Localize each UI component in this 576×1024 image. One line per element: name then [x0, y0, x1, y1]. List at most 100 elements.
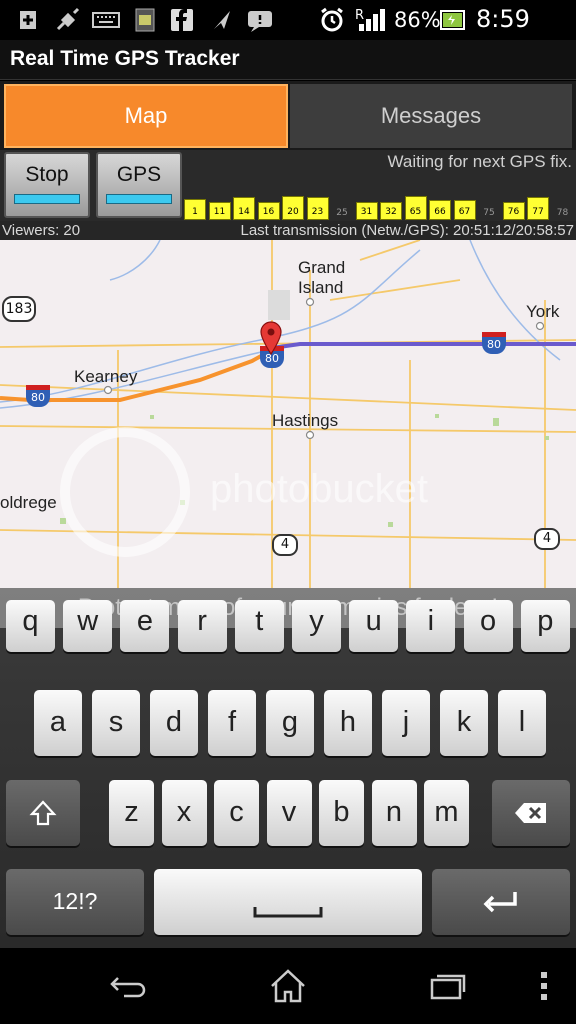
key-h[interactable]: h	[324, 690, 372, 756]
key-u[interactable]: u	[349, 600, 399, 652]
key-label: j	[402, 706, 410, 738]
key-label: o	[480, 605, 497, 637]
key-label: r	[197, 605, 207, 637]
signal-bar: 77	[527, 197, 549, 220]
key-f[interactable]: f	[208, 690, 256, 756]
shield-number: 80	[31, 391, 45, 404]
key-label: u	[365, 605, 382, 637]
symbols-key[interactable]: 12!?	[6, 869, 144, 935]
key-r[interactable]: r	[177, 600, 227, 652]
soft-keyboard: Protect more of your memories for less! …	[0, 588, 576, 948]
key-g[interactable]: g	[266, 690, 314, 756]
signal-bar-label: 78	[556, 208, 569, 218]
signal-bar-label: 1	[192, 207, 198, 217]
key-label: q	[22, 605, 39, 637]
shield-number: 4	[280, 537, 290, 552]
home-icon[interactable]	[264, 966, 312, 1006]
signal-bar-label: 66	[434, 207, 446, 217]
signal-bar: 23	[306, 197, 329, 220]
add-icon	[16, 7, 40, 33]
key-label: s	[108, 706, 124, 738]
key-c[interactable]: c	[214, 780, 259, 846]
key-o[interactable]: o	[463, 600, 513, 652]
key-label: 12!?	[52, 888, 98, 914]
key-s[interactable]: s	[92, 690, 140, 756]
key-y[interactable]: y	[292, 600, 341, 652]
key-d[interactable]: d	[150, 690, 198, 756]
key-t[interactable]: t	[234, 600, 284, 652]
space-bar-icon	[253, 907, 323, 918]
key-label: g	[281, 706, 299, 738]
key-k[interactable]: k	[440, 690, 488, 756]
gps-button[interactable]: GPS	[96, 152, 182, 218]
key-label: l	[518, 706, 526, 738]
key-label: d	[165, 706, 183, 738]
signal-bar: 67	[453, 200, 476, 220]
shield-number: 183	[5, 301, 33, 317]
key-label: i	[427, 605, 435, 637]
signal-bar-label: 20	[287, 207, 299, 217]
map-view[interactable]: photobucket Grand Island York Kearney Ha…	[0, 240, 576, 590]
signal-bar-label: 31	[360, 207, 373, 217]
signal-bar: 1	[184, 199, 206, 220]
menu-icon[interactable]	[530, 966, 558, 1006]
key-p[interactable]: p	[520, 600, 570, 652]
recent-apps-icon[interactable]	[424, 966, 472, 1006]
status-bar: R 86% 8:59 pm	[0, 0, 576, 61]
navigation-bar	[0, 948, 576, 1024]
signal-bar-label: 77	[532, 207, 544, 217]
key-v[interactable]: v	[266, 780, 312, 846]
shift-key[interactable]	[6, 780, 80, 846]
signal-bar-label: 25	[336, 208, 348, 218]
alarm-icon	[318, 7, 346, 33]
key-label: b	[333, 796, 350, 828]
signal-bar: 66	[429, 200, 451, 220]
shield-number: 80	[487, 338, 501, 351]
key-label: x	[176, 796, 192, 828]
key-a[interactable]: a	[34, 690, 82, 756]
key-n[interactable]: n	[371, 780, 417, 846]
enter-icon	[481, 885, 521, 917]
key-i[interactable]: i	[406, 600, 456, 652]
key-q[interactable]: q	[6, 600, 55, 652]
signal-bar: 75	[478, 206, 500, 220]
key-e[interactable]: e	[120, 600, 170, 652]
city-label: Grand	[298, 258, 346, 277]
key-w[interactable]: w	[63, 600, 113, 652]
key-m[interactable]: m	[424, 780, 469, 846]
key-label: p	[537, 605, 554, 637]
location-pin-icon[interactable]	[259, 321, 283, 355]
city-label: York	[526, 302, 560, 321]
city-label: Kearney	[74, 367, 138, 386]
battery-percent: 86%	[394, 8, 441, 32]
key-label: z	[124, 796, 139, 828]
voicemail-icon	[246, 7, 274, 33]
space-key[interactable]	[154, 869, 422, 935]
backspace-icon	[514, 796, 548, 828]
shift-icon	[28, 796, 58, 828]
signal-bar: 25	[331, 206, 353, 220]
info-strip: Viewers: 20 Last transmission (Netw./GPS…	[0, 221, 576, 240]
state-route-shield: 4	[272, 534, 298, 556]
stop-indicator	[14, 194, 80, 204]
stop-button[interactable]: Stop	[4, 152, 90, 218]
shield-number: 4	[542, 531, 552, 546]
key-l[interactable]: l	[498, 690, 546, 756]
back-icon[interactable]	[104, 966, 152, 1006]
key-j[interactable]: j	[382, 690, 430, 756]
key-label: h	[339, 706, 357, 738]
tab-messages[interactable]: Messages	[290, 84, 572, 148]
key-label: v	[281, 796, 297, 828]
stop-button-label: Stop	[25, 163, 69, 186]
key-b[interactable]: b	[319, 780, 364, 846]
tab-map[interactable]: Map	[4, 84, 288, 148]
signal-bar: 16	[257, 202, 280, 220]
backspace-key[interactable]	[492, 780, 570, 846]
signal-bar-label: 16	[262, 207, 275, 217]
enter-key[interactable]	[432, 869, 570, 935]
signal-bar-label: 11	[213, 207, 226, 217]
tab-messages-label: Messages	[380, 103, 482, 128]
key-label: k	[456, 706, 472, 738]
key-z[interactable]: z	[109, 780, 154, 846]
key-x[interactable]: x	[161, 780, 207, 846]
